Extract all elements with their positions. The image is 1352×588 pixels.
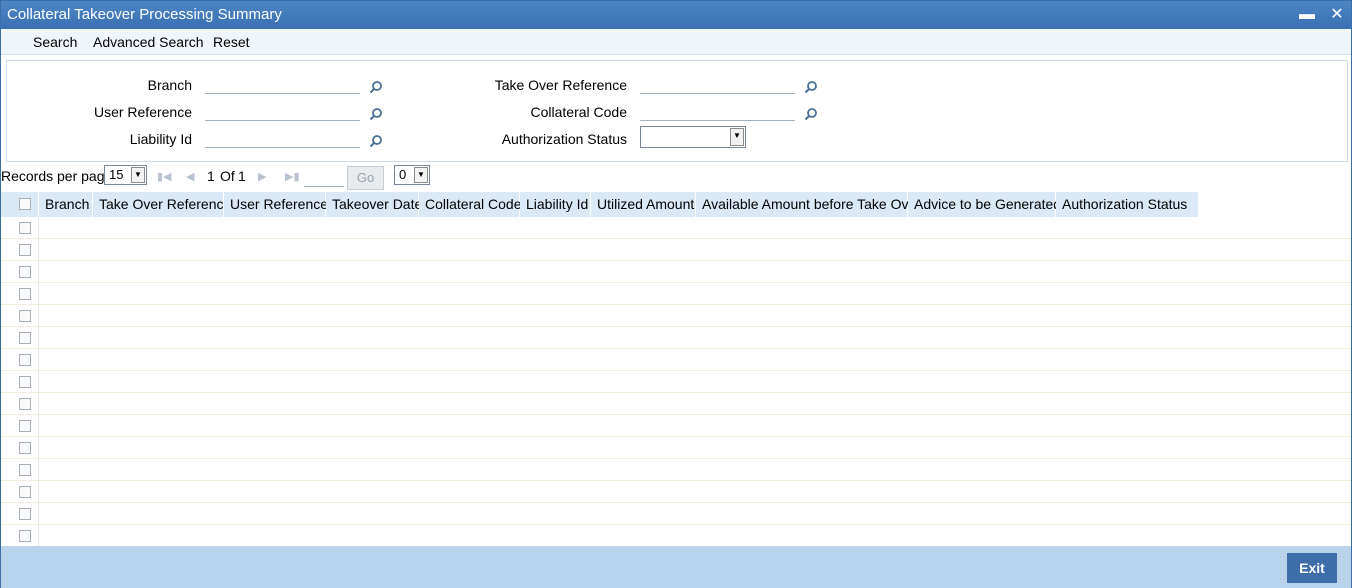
page-select-value: 0	[399, 167, 407, 182]
row-checkbox[interactable]	[19, 354, 31, 366]
table-row[interactable]	[1, 371, 1351, 393]
column-header-branch[interactable]: Branch	[39, 192, 93, 217]
row-checkbox[interactable]	[19, 310, 31, 322]
collateral-code-input[interactable]	[640, 103, 795, 121]
table-row[interactable]	[1, 481, 1351, 503]
column-header-liability-id[interactable]: Liability Id	[520, 192, 591, 217]
current-page: 1	[207, 168, 215, 184]
table-row[interactable]	[1, 525, 1351, 546]
take-over-reference-label: Take Over Reference	[494, 77, 627, 93]
grid-header: Branch Take Over Reference User Referenc…	[1, 192, 1351, 217]
reset-menu-item[interactable]: Reset	[213, 34, 250, 50]
chevron-down-icon: ▼	[730, 128, 744, 146]
page-number-input[interactable]	[304, 169, 344, 187]
take-over-reference-search-icon[interactable]	[804, 80, 818, 94]
next-page-icon[interactable]: ▶	[258, 170, 266, 183]
close-icon[interactable]: ✕	[1327, 5, 1347, 25]
user-reference-input[interactable]	[205, 103, 360, 121]
column-header-authorization-status[interactable]: Authorization Status	[1056, 192, 1199, 217]
previous-page-icon[interactable]: ◀	[186, 170, 194, 183]
column-header-user-reference[interactable]: User Reference	[224, 192, 328, 217]
table-row[interactable]	[1, 503, 1351, 525]
row-checkbox[interactable]	[19, 420, 31, 432]
row-checkbox[interactable]	[19, 486, 31, 498]
column-header-take-over-reference[interactable]: Take Over Reference	[93, 192, 231, 217]
liability-id-search-icon[interactable]	[369, 134, 383, 148]
advanced-search-menu-item[interactable]: Advanced Search	[93, 34, 204, 50]
liability-id-label: Liability Id	[129, 131, 192, 147]
row-checkbox[interactable]	[19, 464, 31, 476]
search-menu-item[interactable]: Search	[33, 34, 77, 50]
column-header-advice-to-be-generated[interactable]: Advice to be Generated	[908, 192, 1061, 217]
footer-bar: Exit	[1, 546, 1351, 588]
row-checkbox[interactable]	[19, 244, 31, 256]
records-per-page-label: Records per page	[1, 168, 113, 184]
user-reference-label: User Reference	[93, 104, 192, 120]
records-per-page-select[interactable]: 15 ▼	[104, 165, 147, 185]
row-checkbox[interactable]	[19, 376, 31, 388]
window-title: Collateral Takeover Processing Summary	[7, 6, 282, 23]
row-checkbox[interactable]	[19, 222, 31, 234]
page-select[interactable]: 0 ▼	[394, 165, 430, 185]
table-row[interactable]	[1, 415, 1351, 437]
table-row[interactable]	[1, 283, 1351, 305]
minimize-icon[interactable]: ▬	[1297, 5, 1317, 25]
of-label: Of	[220, 168, 235, 184]
row-checkbox[interactable]	[19, 508, 31, 520]
collateral-code-label: Collateral Code	[530, 104, 628, 120]
column-header-collateral-code[interactable]: Collateral Code	[419, 192, 522, 217]
take-over-reference-input[interactable]	[640, 76, 795, 94]
records-per-page-value: 15	[109, 167, 124, 182]
select-all-checkbox[interactable]	[19, 198, 31, 210]
exit-button[interactable]: Exit	[1287, 553, 1337, 583]
row-checkbox[interactable]	[19, 266, 31, 278]
row-checkbox[interactable]	[19, 530, 31, 542]
table-row[interactable]	[1, 349, 1351, 371]
last-page-icon[interactable]: ▶▮	[285, 170, 300, 183]
authorization-status-label: Authorization Status	[501, 131, 627, 147]
row-checkbox[interactable]	[19, 398, 31, 410]
table-row[interactable]	[1, 305, 1351, 327]
column-header-utilized-amount[interactable]: Utilized Amount	[591, 192, 696, 217]
title-bar: Collateral Takeover Processing Summary ▬…	[1, 1, 1351, 29]
first-page-icon[interactable]: ▮◀	[157, 170, 172, 183]
menu-bar: Search Advanced Search Reset	[1, 29, 1351, 55]
branch-label: Branch	[147, 77, 192, 93]
table-row[interactable]	[1, 261, 1351, 283]
row-checkbox[interactable]	[19, 332, 31, 344]
table-row[interactable]	[1, 437, 1351, 459]
column-header-available-amount[interactable]: Available Amount before Take Over	[696, 192, 921, 217]
collateral-code-search-icon[interactable]	[804, 107, 818, 121]
total-pages: 1	[238, 168, 246, 184]
table-row[interactable]	[1, 393, 1351, 415]
table-row[interactable]	[1, 217, 1351, 239]
pagination-bar: Records per page 15 ▼ ▮◀ ◀ 1 Of 1 ▶ ▶▮ G…	[1, 163, 1351, 191]
user-reference-search-icon[interactable]	[369, 107, 383, 121]
table-row[interactable]	[1, 459, 1351, 481]
summary-window: Collateral Takeover Processing Summary ▬…	[0, 0, 1352, 588]
column-header-takeover-date[interactable]: Takeover Date	[326, 192, 422, 217]
liability-id-input[interactable]	[205, 130, 360, 148]
chevron-down-icon: ▼	[131, 167, 145, 183]
go-button[interactable]: Go	[347, 166, 384, 190]
table-row[interactable]	[1, 239, 1351, 261]
select-all-header	[1, 192, 39, 217]
authorization-status-select[interactable]: ▼	[640, 126, 746, 148]
search-criteria-panel: Branch User Reference Liability Id Take …	[6, 60, 1348, 162]
row-checkbox[interactable]	[19, 288, 31, 300]
chevron-down-icon: ▼	[414, 167, 428, 183]
branch-search-icon[interactable]	[369, 80, 383, 94]
results-grid: Branch Take Over Reference User Referenc…	[1, 192, 1351, 546]
table-row[interactable]	[1, 327, 1351, 349]
branch-input[interactable]	[205, 76, 360, 94]
row-checkbox[interactable]	[19, 442, 31, 454]
